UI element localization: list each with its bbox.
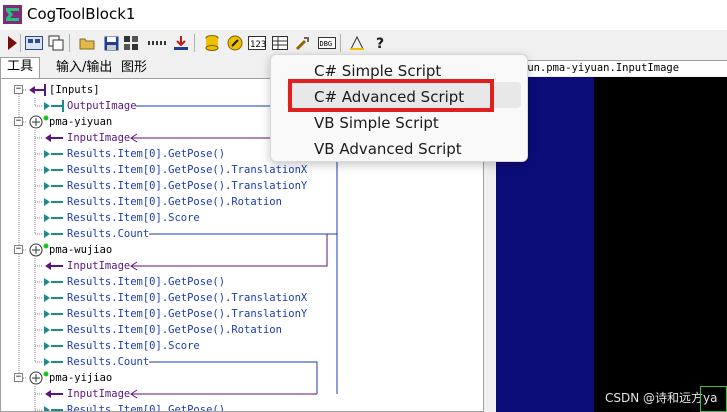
new-window-icon[interactable] xyxy=(47,34,65,52)
cog-toolblock-icon xyxy=(3,5,22,24)
tree-terminal-translation-x[interactable]: Results.Item[0].GetPose().TranslationX xyxy=(67,162,307,178)
save-icon[interactable] xyxy=(102,34,120,52)
tree-terminal-score[interactable]: Results.Item[0].Score xyxy=(67,210,200,226)
tree-terminal-getpose[interactable]: Results.Item[0].GetPose() xyxy=(67,402,225,411)
tree-terminal-results-count[interactable]: Results.Count xyxy=(67,226,149,242)
tree-terminal-getpose[interactable]: Results.Item[0].GetPose() xyxy=(67,274,225,290)
tree-terminal-input-image[interactable]: InputImage xyxy=(67,130,130,146)
toolbar-separator xyxy=(194,34,195,52)
collapse-pma-wujiao-icon[interactable]: − xyxy=(14,245,23,254)
title-bar: CogToolBlock1 xyxy=(0,0,727,30)
tree-node-pma-yijiao[interactable]: pma-yijiao xyxy=(49,370,112,386)
layout-icon[interactable] xyxy=(122,34,140,52)
menu-item-vb-advanced-script[interactable]: VB Advanced Script xyxy=(314,139,462,159)
image-view-icon[interactable] xyxy=(25,34,43,52)
tree-terminal-getpose[interactable]: Results.Item[0].GetPose() xyxy=(67,146,225,162)
tab-input-output[interactable]: 输入/输出 xyxy=(56,59,112,77)
tree-node-pma-wujiao[interactable]: pma-wujiao xyxy=(49,242,112,258)
highlight-box xyxy=(288,79,494,112)
toolbar-separator xyxy=(340,34,341,52)
collapse-pma-yiyuan-icon[interactable]: − xyxy=(14,117,23,126)
collapse-inputs-icon[interactable]: − xyxy=(14,85,23,94)
tree-terminal-input-image[interactable]: InputImage xyxy=(67,258,130,274)
window-title: CogToolBlock1 xyxy=(27,5,136,23)
grid-icon[interactable] xyxy=(271,34,289,52)
tree-terminal-input-image[interactable]: InputImage xyxy=(67,386,130,402)
toolbar-separator xyxy=(69,34,70,52)
measure-icon[interactable] xyxy=(348,34,366,52)
script-icon[interactable] xyxy=(226,34,244,52)
image-source-label: Run.pma-yiyuan.InputImage xyxy=(496,60,727,76)
help-icon[interactable]: ? xyxy=(372,34,390,52)
import-icon[interactable] xyxy=(172,34,190,52)
tree-node-inputs[interactable]: [Inputs] xyxy=(49,82,100,98)
tab-graphics[interactable]: 图形 xyxy=(121,59,147,77)
open-folder-icon[interactable] xyxy=(78,34,96,52)
svg-text:?: ? xyxy=(376,36,384,51)
tree-terminal-rotation[interactable]: Results.Item[0].GetPose().Rotation xyxy=(67,322,282,338)
tree-terminal-output-image[interactable]: OutputImage xyxy=(67,98,137,114)
collapse-pma-yijiao-icon[interactable]: − xyxy=(14,373,23,382)
svg-text:DBG: DBG xyxy=(320,40,333,48)
run-icon[interactable] xyxy=(3,34,21,52)
tools-icon[interactable] xyxy=(294,34,312,52)
tree-terminal-translation-y[interactable]: Results.Item[0].GetPose().TranslationY xyxy=(67,306,307,322)
database-icon[interactable] xyxy=(203,34,221,52)
tree-terminal-score[interactable]: Results.Item[0].Score xyxy=(67,338,200,354)
toolbar-separator xyxy=(20,34,21,52)
green-marker-box xyxy=(700,386,727,412)
tree-terminal-translation-x[interactable]: Results.Item[0].GetPose().TranslationX xyxy=(67,290,307,306)
menu-item-vb-simple-script[interactable]: VB Simple Script xyxy=(314,113,439,133)
tab-strip: 工具 输入/输出 图形 xyxy=(0,57,270,79)
tree-node-pma-yiyuan[interactable]: pma-yiyuan xyxy=(49,114,112,130)
menu-item-csharp-simple-script[interactable]: C# Simple Script xyxy=(314,61,441,81)
dbg-icon[interactable]: DBG xyxy=(318,34,336,52)
tree-terminal-results-count[interactable]: Results.Count xyxy=(67,354,149,370)
dots-icon[interactable] xyxy=(148,34,166,52)
svg-text:123: 123 xyxy=(250,40,266,50)
tree-terminal-translation-y[interactable]: Results.Item[0].GetPose().TranslationY xyxy=(67,178,307,194)
tree-terminal-rotation[interactable]: Results.Item[0].GetPose().Rotation xyxy=(67,194,282,210)
number-123-icon[interactable]: 123 xyxy=(248,34,266,52)
toolbar: 123 DBG ? xyxy=(0,30,727,56)
tab-tools[interactable]: 工具 xyxy=(0,57,41,79)
